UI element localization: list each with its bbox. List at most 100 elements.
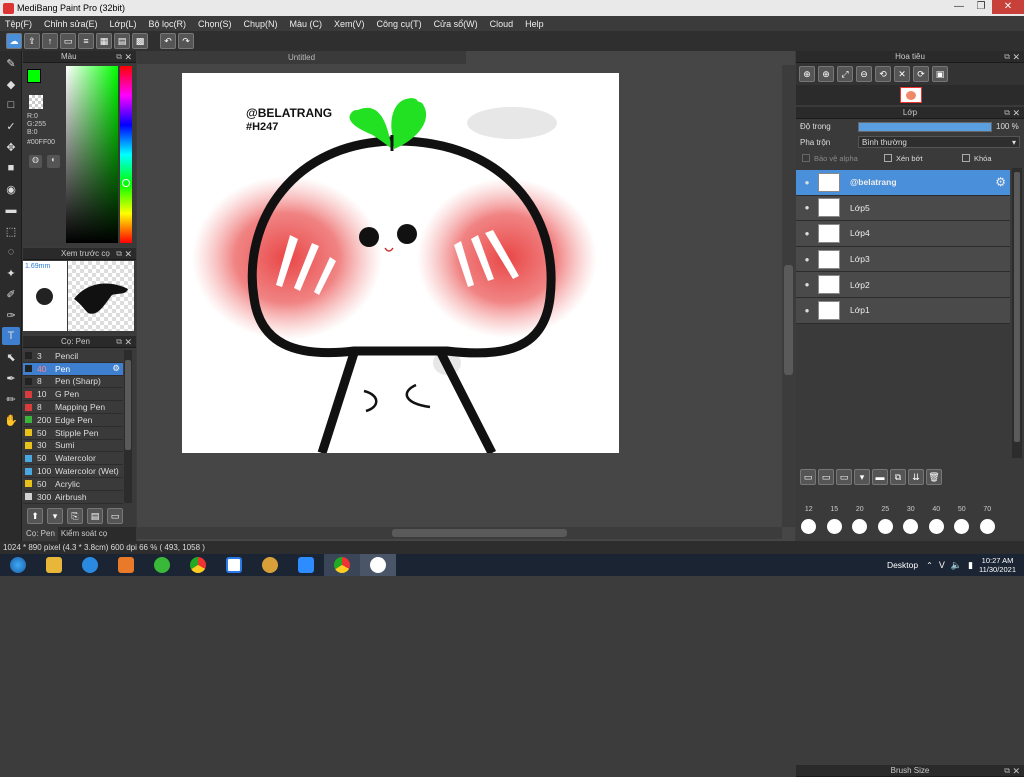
- layer-row[interactable]: ● Lớp1: [796, 297, 1010, 324]
- menu-layer[interactable]: Lớp(L): [110, 19, 137, 29]
- close-icon[interactable]: ✕: [1012, 765, 1020, 777]
- hue-slider[interactable]: [120, 66, 132, 243]
- media-player-icon[interactable]: [108, 554, 144, 576]
- menu-color[interactable]: Màu (C): [290, 19, 323, 29]
- visibility-icon[interactable]: ●: [796, 229, 818, 238]
- app-green-icon[interactable]: [144, 554, 180, 576]
- layer-list-scrollbar[interactable]: [1012, 168, 1022, 458]
- brush-size-option[interactable]: 70: [975, 506, 1001, 540]
- fill-rect-tool-icon[interactable]: ■: [2, 159, 20, 177]
- eyedropper-tool-icon[interactable]: ✒: [2, 369, 20, 387]
- redo-icon[interactable]: ↷: [178, 33, 194, 49]
- brush-list-item[interactable]: 3 Pencil: [23, 350, 123, 363]
- visibility-icon[interactable]: ●: [796, 280, 818, 289]
- brush-size-option[interactable]: 12: [796, 506, 822, 540]
- brush-list-item[interactable]: 300 Airbrush: [23, 491, 123, 504]
- horizontal-scrollbar[interactable]: [137, 527, 782, 539]
- comment-icon[interactable]: ▭: [60, 33, 76, 49]
- layer-row[interactable]: ● Lớp4: [796, 221, 1010, 247]
- undock-icon[interactable]: ⧉: [1004, 51, 1010, 63]
- bucket-tool-icon[interactable]: ◉: [2, 180, 20, 198]
- zoom-in-icon[interactable]: ⊕: [799, 66, 815, 82]
- new-layer-icon[interactable]: ▭: [800, 469, 816, 485]
- menu-view[interactable]: Xem(V): [334, 19, 365, 29]
- rotate-right-icon[interactable]: ⟳: [913, 66, 929, 82]
- menu-cloud[interactable]: Cloud: [490, 19, 514, 29]
- undock-icon[interactable]: ⧉: [116, 336, 122, 348]
- upload-icon[interactable]: ↑: [42, 33, 58, 49]
- brush-list-item[interactable]: 100 Watercolor (Wet): [23, 465, 123, 478]
- brush-size-option[interactable]: 25: [873, 506, 899, 540]
- move-tool-icon[interactable]: ✥: [2, 138, 20, 156]
- undock-icon[interactable]: ⧉: [1004, 765, 1010, 777]
- start-button[interactable]: [0, 554, 36, 576]
- brush-list-item[interactable]: 200 Edge Pen: [23, 414, 123, 427]
- color-set-icon[interactable]: ◐: [47, 155, 60, 168]
- tab-brush[interactable]: Cọ: Pen: [23, 527, 58, 541]
- add-brush-icon[interactable]: ⬆: [27, 508, 43, 524]
- close-button[interactable]: ✕: [992, 0, 1024, 14]
- tab-brush-control[interactable]: Kiểm soát cọ: [58, 527, 110, 541]
- eraser-tool-icon[interactable]: ◆: [2, 75, 20, 93]
- chrome-icon[interactable]: [180, 554, 216, 576]
- layer-row[interactable]: ● Lớp3: [796, 246, 1010, 273]
- close-icon[interactable]: ✕: [124, 248, 132, 260]
- grid-settings-icon[interactable]: ▤: [114, 33, 130, 49]
- fit-icon[interactable]: ⤢: [837, 66, 853, 82]
- layer-row[interactable]: ● @belatrang ⚙: [796, 170, 1010, 196]
- folder-icon[interactable]: ▭: [107, 508, 123, 524]
- visibility-icon[interactable]: ●: [796, 178, 818, 187]
- menu-tools[interactable]: Công cụ(T): [377, 19, 422, 29]
- vertical-scrollbar[interactable]: [782, 65, 795, 527]
- internet-explorer-icon[interactable]: [72, 554, 108, 576]
- text-tool-icon[interactable]: T: [2, 327, 20, 345]
- brush-list-item[interactable]: 8 Pen (Sharp): [23, 376, 123, 389]
- brush-size-option[interactable]: 20: [847, 506, 873, 540]
- visibility-icon[interactable]: ●: [796, 255, 818, 264]
- minimize-button[interactable]: —: [948, 0, 970, 14]
- hue-slider-handle[interactable]: [122, 179, 130, 187]
- close-icon[interactable]: ✕: [1012, 107, 1020, 119]
- brush-list-item[interactable]: 50 Stipple Pen: [23, 427, 123, 440]
- desktop-toolbar-label[interactable]: Desktop: [887, 560, 918, 570]
- new-halftone-layer-icon[interactable]: ▭: [818, 469, 834, 485]
- document-tab[interactable]: Untitled: [137, 51, 466, 64]
- copy-brush-icon[interactable]: ⎘: [67, 508, 83, 524]
- folder-icon[interactable]: ▬: [872, 469, 888, 485]
- operation-tool-icon[interactable]: ⬉: [2, 348, 20, 366]
- maximize-button[interactable]: ❐: [970, 0, 992, 14]
- blend-mode-select[interactable]: Bình thường ▾: [858, 136, 1020, 148]
- gear-icon[interactable]: ⚙: [995, 175, 1006, 189]
- gear-icon[interactable]: ⚙: [112, 363, 120, 374]
- zoom-app-icon[interactable]: [288, 554, 324, 576]
- lasso-tool-icon[interactable]: ◌: [2, 243, 20, 261]
- close-icon[interactable]: ✕: [124, 336, 132, 348]
- chrome-window-icon[interactable]: [324, 554, 360, 576]
- brush-list-scrollbar[interactable]: [124, 350, 132, 503]
- clipping-checkbox[interactable]: [884, 154, 892, 162]
- palette-icon[interactable]: ◍: [29, 155, 42, 168]
- flip-icon[interactable]: ✕: [894, 66, 910, 82]
- visibility-icon[interactable]: ●: [796, 203, 818, 212]
- lock-checkbox[interactable]: [962, 154, 970, 162]
- language-indicator[interactable]: V: [939, 560, 945, 570]
- clock[interactable]: 10:27 AM 11/30/2021: [979, 556, 1016, 574]
- transparent-color-swatch[interactable]: [29, 95, 43, 109]
- snap-grid-icon[interactable]: ▩: [132, 33, 148, 49]
- magic-wand-icon[interactable]: ✦: [2, 264, 20, 282]
- delete-layer-icon[interactable]: 🗑: [926, 469, 942, 485]
- paint-app-icon[interactable]: [252, 554, 288, 576]
- zoom-icon[interactable]: ⊕: [818, 66, 834, 82]
- menu-filter[interactable]: Bộ lọc(R): [148, 19, 186, 29]
- select-pen-icon[interactable]: ✐: [2, 285, 20, 303]
- undo-icon[interactable]: ↶: [160, 33, 176, 49]
- duplicate-layer-icon[interactable]: ⧉: [890, 469, 906, 485]
- brush-list-item[interactable]: 50 Watercolor: [23, 452, 123, 466]
- protect-alpha-checkbox[interactable]: [802, 154, 810, 162]
- brush-list-item[interactable]: 30 Sumi: [23, 440, 123, 453]
- network-icon[interactable]: ▮: [968, 560, 973, 571]
- chevron-up-icon[interactable]: ⌃: [926, 561, 933, 570]
- menu-edit[interactable]: Chỉnh sửa(E): [44, 19, 98, 29]
- brush-menu-icon[interactable]: ▾: [47, 508, 63, 524]
- volume-icon[interactable]: 🔈: [951, 560, 962, 571]
